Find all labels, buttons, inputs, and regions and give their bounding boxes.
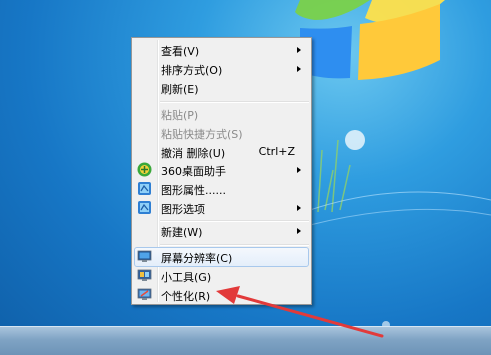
annotation-arrow-icon xyxy=(216,286,384,338)
